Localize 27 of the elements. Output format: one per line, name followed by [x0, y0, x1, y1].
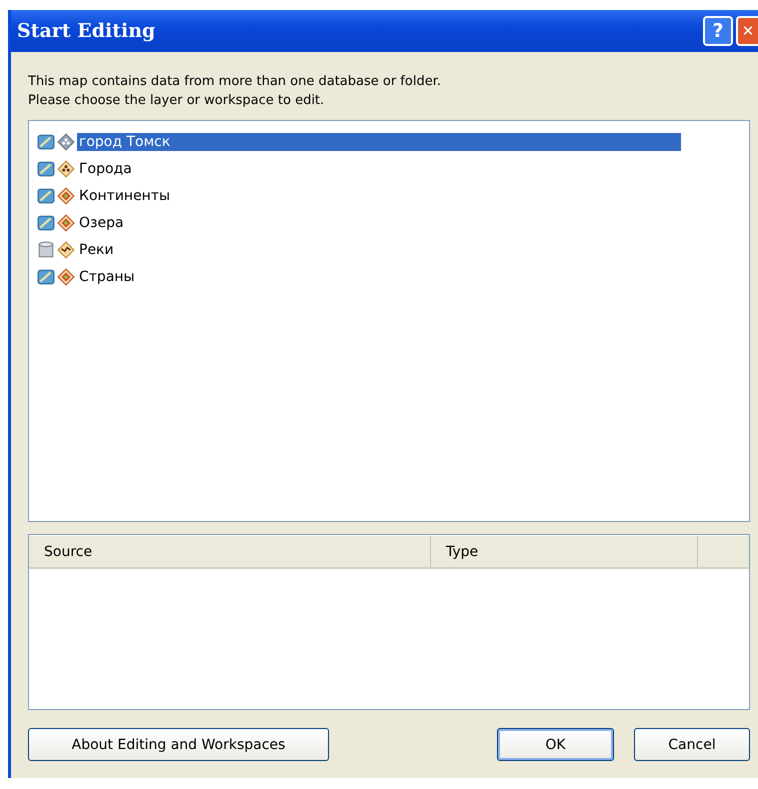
ok-button[interactable]: OK — [497, 728, 614, 761]
layer-item[interactable]: Континенты — [77, 186, 172, 204]
layer-item[interactable]: Озера — [77, 214, 126, 232]
point-layer-icon — [57, 132, 75, 150]
layer-item[interactable]: город Томск — [77, 132, 681, 150]
line-layer-icon — [57, 240, 75, 258]
layer-item[interactable]: Реки — [77, 240, 116, 258]
cancel-button[interactable]: Cancel — [634, 728, 750, 761]
geodatabase-icon — [37, 160, 55, 178]
geodatabase-icon — [37, 186, 55, 204]
about-button[interactable]: About Editing and Workspaces — [28, 728, 329, 761]
instruction-text: This map contains data from more than one database or folder. Please choose the layer or workspace to edit. — [28, 73, 442, 110]
polygon-layer-icon — [57, 186, 75, 204]
column-header[interactable]: Source — [29, 536, 431, 567]
database-icon — [37, 240, 55, 258]
geodatabase-icon — [37, 214, 55, 232]
close-button[interactable]: ✕ — [736, 16, 758, 46]
window-title: Start Editing — [17, 20, 156, 42]
polygon-layer-icon — [57, 214, 75, 232]
point-layer-icon — [57, 160, 75, 178]
layer-item[interactable]: Страны — [77, 268, 137, 286]
help-button[interactable]: ? — [703, 16, 733, 46]
polygon-layer-icon — [57, 268, 75, 286]
geodatabase-icon — [37, 132, 55, 150]
geodatabase-icon — [37, 268, 55, 286]
column-header[interactable]: Type — [431, 536, 698, 567]
layer-item[interactable]: Города — [77, 160, 134, 178]
